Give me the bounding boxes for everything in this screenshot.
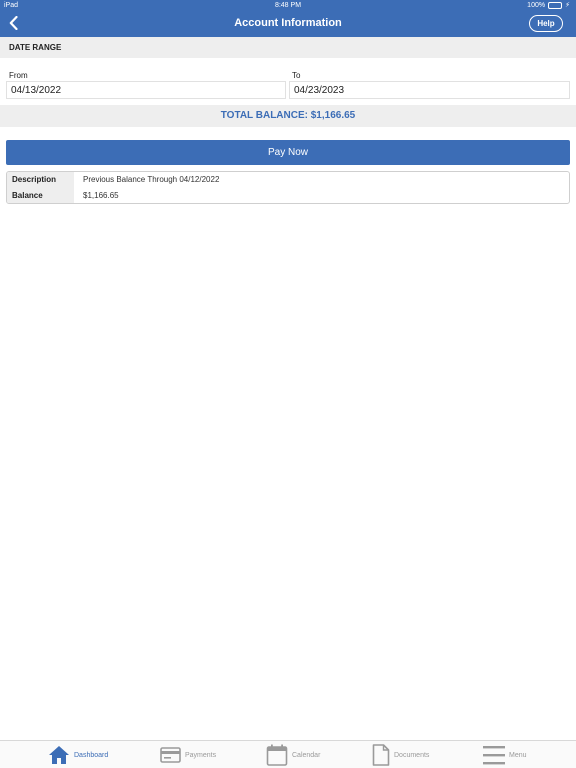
to-date-field[interactable]: 04/23/2023 <box>289 81 570 99</box>
row-key: Balance <box>7 188 74 203</box>
tab-label: Calendar <box>292 751 321 759</box>
date-range-heading: DATE RANGE <box>0 37 576 58</box>
charging-icon: ⚡ <box>565 2 570 9</box>
tab-payments[interactable]: Payments <box>160 741 216 768</box>
tab-dashboard[interactable]: Dashboard <box>48 741 108 768</box>
tab-bar: Dashboard Payments Calendar Documents Me… <box>0 740 576 768</box>
row-value: $1,166.65 <box>83 191 119 200</box>
tab-label: Menu <box>509 751 527 759</box>
navigation-bar: iPad 8:48 PM 100% ⚡ Account Information … <box>0 0 576 37</box>
calendar-icon <box>266 744 288 766</box>
tab-documents[interactable]: Documents <box>372 741 429 768</box>
row-value: Previous Balance Through 04/12/2022 <box>83 175 220 184</box>
from-label: From <box>9 71 28 80</box>
table-row: Description Previous Balance Through 04/… <box>7 172 569 188</box>
help-button[interactable]: Help <box>529 15 563 32</box>
tab-label: Documents <box>394 751 430 759</box>
tab-calendar[interactable]: Calendar <box>266 741 320 768</box>
tab-label: Payments <box>185 751 217 759</box>
tab-label: Dashboard <box>74 751 109 759</box>
clock: 8:48 PM <box>274 2 302 9</box>
row-key: Description <box>7 172 74 188</box>
from-date-field[interactable]: 04/13/2022 <box>6 81 286 99</box>
status-bar: iPad 8:48 PM 100% ⚡ <box>0 0 576 12</box>
tab-menu[interactable]: Menu <box>483 741 527 768</box>
table-row: Balance $1,166.65 <box>7 188 569 203</box>
page-title: Account Information <box>234 17 342 29</box>
to-label: To <box>292 71 301 80</box>
battery-status: 100% ⚡ <box>527 1 570 9</box>
battery-percent: 100% <box>527 1 546 9</box>
document-icon <box>372 744 390 766</box>
total-balance: TOTAL BALANCE: $1,166.65 <box>0 105 576 127</box>
credit-card-icon <box>160 747 181 763</box>
balance-details-table: Description Previous Balance Through 04/… <box>6 171 570 204</box>
battery-icon <box>548 1 563 9</box>
menu-icon <box>483 746 505 765</box>
home-icon <box>49 746 69 764</box>
pay-now-button[interactable]: Pay Now <box>6 140 570 165</box>
